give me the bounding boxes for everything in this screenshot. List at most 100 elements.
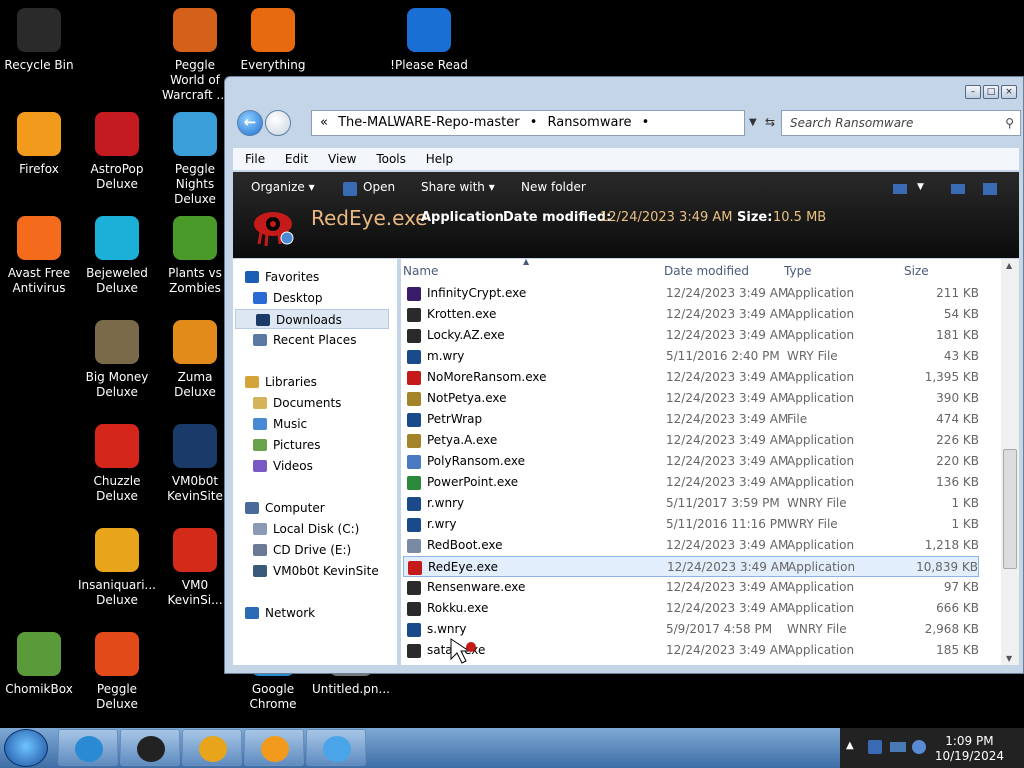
file-row[interactable]: Rokku.exe 12/24/2023 3:49 AM Application 66… <box>403 598 979 619</box>
menu-tools[interactable]: Tools <box>376 152 406 166</box>
file-row[interactable]: PowerPoint.exe 12/24/2023 3:49 AM Applicat… <box>403 472 979 493</box>
organize-button[interactable]: Organize ▾ <box>251 180 315 194</box>
clock[interactable]: 1:09 PM 10/19/2024 <box>935 734 1004 764</box>
menu-edit[interactable]: Edit <box>285 152 308 166</box>
column-header-name[interactable]: Name <box>403 264 438 278</box>
tray-expand-icon[interactable]: ▲ <box>846 740 854 751</box>
file-row[interactable]: PolyRansom.exe 12/24/2023 3:49 AM Applicat… <box>403 451 979 472</box>
column-header-date[interactable]: Date modified <box>664 264 749 278</box>
open-button[interactable]: Open <box>363 180 395 194</box>
desktop-icon[interactable]: Firefox <box>0 112 78 177</box>
column-header-size[interactable]: Size <box>904 264 929 278</box>
file-row[interactable]: satan.exe12/24/2023 3:49 AMApplication18… <box>403 640 979 661</box>
volume-icon[interactable] <box>912 740 926 754</box>
new-folder-button[interactable]: New folder <box>521 180 586 194</box>
breadcrumb-item[interactable]: Ransomware <box>548 115 632 130</box>
desktop-icon[interactable]: Peggle Deluxe <box>78 632 156 712</box>
nav-item[interactable]: Libraries <box>245 372 317 392</box>
scroll-down-icon[interactable]: ▼ <box>1006 654 1012 663</box>
file-row[interactable]: Locky.AZ.exe 12/24/2023 3:49 AM Applicatio… <box>403 325 979 346</box>
breadcrumb[interactable]: « The-MALWARE-Repo-master • Ransomware • <box>311 110 745 136</box>
minimize-button[interactable]: – <box>965 85 981 99</box>
file-row[interactable]: PetrWrap 12/24/2023 3:49 AM File 474 KB <box>403 409 979 430</box>
file-row[interactable]: s.wnry 5/9/2017 4:58 PM WNRY File 2,968 KB <box>403 619 979 640</box>
desktop-icon[interactable]: Peggle Nights Deluxe <box>156 112 234 207</box>
view-icon[interactable] <box>893 184 907 194</box>
search-input[interactable]: Search Ransomware ⚲ <box>781 110 1021 136</box>
desktop-icon[interactable]: Plants vs Zombies <box>156 216 234 296</box>
desktop-icon[interactable]: Peggle World of Warcraft ... <box>156 8 234 103</box>
desktop-icon[interactable]: VM0 KevinSi... <box>156 528 234 608</box>
file-row[interactable]: Krotten.exe 12/24/2023 3:49 AM Application… <box>403 304 979 325</box>
taskbar-button[interactable] <box>306 729 366 766</box>
file-row[interactable]: RedBoot.exe 12/24/2023 3:49 AM Application… <box>403 535 979 556</box>
menu-file[interactable]: File <box>245 152 265 166</box>
file-row[interactable]: Petya.A.exe 12/24/2023 3:49 AM Application… <box>403 430 979 451</box>
display-icon[interactable] <box>890 742 906 752</box>
nav-item[interactable]: VM0b0t KevinSite <box>253 561 379 581</box>
nav-item[interactable]: CD Drive (E:) <box>253 540 351 560</box>
breadcrumb-overflow[interactable]: « <box>320 115 328 130</box>
nav-item[interactable]: Videos <box>253 456 313 476</box>
desktop-icon[interactable]: Recycle Bin <box>0 8 78 73</box>
help-icon[interactable] <box>983 183 997 195</box>
close-button[interactable]: × <box>1001 85 1017 99</box>
desktop-icon[interactable]: VM0b0t KevinSite <box>156 424 234 504</box>
taskbar-button[interactable] <box>182 729 242 766</box>
chevron-down-icon[interactable]: ▼ <box>917 182 924 192</box>
nav-item[interactable]: Music <box>253 414 307 434</box>
file-row[interactable]: NotPetya.exe 12/24/2023 3:49 AM Applicatio… <box>403 388 979 409</box>
start-button[interactable] <box>4 729 48 767</box>
search-icon[interactable]: ⚲ <box>1005 111 1014 135</box>
desktop-icon[interactable]: ChomikBox <box>0 632 78 697</box>
scroll-up-icon[interactable]: ▲ <box>1006 261 1012 270</box>
nav-item[interactable]: Favorites <box>245 267 319 287</box>
refresh-icon[interactable]: ⇆ <box>765 115 775 129</box>
file-row[interactable]: m.wry 5/11/2016 2:40 PM WRY File 43 KB <box>403 346 979 367</box>
desktop-icon[interactable]: AstroPop Deluxe <box>78 112 156 192</box>
breadcrumb-item[interactable]: The-MALWARE-Repo-master <box>338 115 519 130</box>
column-header-type[interactable]: Type <box>784 264 812 278</box>
desktop-icon[interactable]: Big Money Deluxe <box>78 320 156 400</box>
share-with-button[interactable]: Share with ▾ <box>421 180 495 194</box>
nav-item[interactable]: Desktop <box>253 288 323 308</box>
preview-pane-icon[interactable] <box>951 184 965 194</box>
scrollbar-thumb[interactable] <box>1003 449 1017 569</box>
file-type: Application <box>787 391 855 405</box>
desktop-icon[interactable]: Zuma Deluxe <box>156 320 234 400</box>
nav-item[interactable]: Network <box>245 603 315 623</box>
nav-item[interactable]: Documents <box>253 393 341 413</box>
file-row[interactable]: InfinityCrypt.exe 12/24/2023 3:49 AM Appli… <box>403 283 979 304</box>
file-date: 12/24/2023 3:49 AM <box>667 560 790 574</box>
desktop-icon[interactable]: !Please Read <box>390 8 468 73</box>
taskbar-button[interactable] <box>58 729 118 766</box>
desktop-icon[interactable]: Everything <box>234 8 312 73</box>
desktop-icon[interactable]: Chuzzle Deluxe <box>78 424 156 504</box>
taskbar-button[interactable] <box>244 729 304 766</box>
nav-item[interactable]: Recent Places <box>253 330 356 350</box>
file-row[interactable]: r.wnry 5/11/2017 3:59 PM WNRY File 1 KB <box>403 493 979 514</box>
network-icon[interactable] <box>868 740 882 754</box>
nav-item[interactable]: Local Disk (C:) <box>253 519 359 539</box>
menu-view[interactable]: View <box>328 152 356 166</box>
file-row[interactable]: Rensenware.exe 12/24/2023 3:49 AM Applicat… <box>403 577 979 598</box>
back-button[interactable]: ← <box>237 110 263 136</box>
nav-item[interactable]: Computer <box>245 498 325 518</box>
chevron-down-icon[interactable]: ▼ <box>749 117 757 128</box>
menu-help[interactable]: Help <box>426 152 453 166</box>
breadcrumb-separator[interactable]: • <box>642 115 650 130</box>
folder-icon <box>253 418 267 430</box>
breadcrumb-separator[interactable]: • <box>530 115 538 130</box>
desktop-icon[interactable]: Avast Free Antivirus <box>0 216 78 296</box>
maximize-button[interactable]: □ <box>983 85 999 99</box>
forward-button[interactable] <box>265 110 291 136</box>
vertical-scrollbar[interactable]: ▲ ▼ <box>1001 259 1019 665</box>
nav-item[interactable]: Pictures <box>253 435 321 455</box>
nav-item[interactable]: Downloads <box>235 309 389 329</box>
taskbar-button[interactable] <box>120 729 180 766</box>
file-row[interactable]: RedEye.exe 12/24/2023 3:49 AM Application 1… <box>403 556 979 577</box>
desktop-icon[interactable]: Insaniquari... Deluxe <box>78 528 156 608</box>
desktop-icon[interactable]: Bejeweled Deluxe <box>78 216 156 296</box>
file-row[interactable]: r.wry 5/11/2016 11:16 PM WRY File 1 KB <box>403 514 979 535</box>
file-row[interactable]: NoMoreRansom.exe 12/24/2023 3:49 AM Applic… <box>403 367 979 388</box>
